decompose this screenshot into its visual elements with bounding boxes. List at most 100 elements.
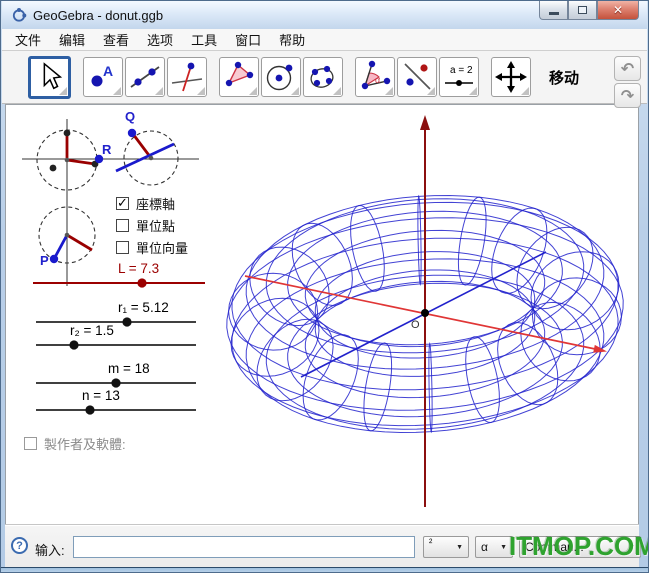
slider-handle-r1[interactable] <box>122 317 131 326</box>
restore-button[interactable] <box>568 1 597 20</box>
red-vector-segment <box>67 160 95 164</box>
slider-label-m: m = 18 <box>108 362 150 376</box>
greek-dropdown[interactable]: α <box>475 536 513 558</box>
checkbox-0[interactable]: 座標軸 <box>116 194 175 213</box>
checkbox-maker[interactable]: 製作者及軟體: <box>24 434 126 453</box>
command-input[interactable] <box>73 536 415 558</box>
z-axis-arrowhead <box>420 115 430 130</box>
help-icon[interactable]: ? <box>11 537 28 554</box>
window-controls: ✕ <box>539 1 639 20</box>
checkbox-2-label: 單位向量 <box>136 238 188 257</box>
mode-label: 移动 <box>549 67 579 88</box>
menu-bar: 文件编辑查看选项工具窗口帮助 <box>2 29 647 51</box>
checkbox-2[interactable]: 單位向量 <box>116 238 188 257</box>
menu-item-4[interactable]: 工具 <box>182 28 226 51</box>
checkbox-maker-box[interactable] <box>24 437 37 450</box>
center-point <box>149 156 154 161</box>
tool-angle-button[interactable]: α <box>355 57 395 97</box>
point-label-Q: Q <box>125 110 135 123</box>
restore-icon <box>578 6 587 14</box>
tool-reflect-button[interactable] <box>397 57 437 97</box>
slider-icon: a = 2 <box>442 60 476 94</box>
dark-point[interactable] <box>50 165 57 172</box>
tool-circle-button[interactable] <box>261 57 301 97</box>
dark-point[interactable] <box>64 130 71 137</box>
slider-label-r1: r₁ = 5.12 <box>118 301 169 315</box>
point-label-O: O <box>411 319 420 332</box>
window-title: GeoGebra - donut.ggb <box>33 8 163 23</box>
exponent-dropdown-label: ² <box>429 538 432 549</box>
minimize-icon <box>549 12 559 15</box>
exponent-dropdown[interactable]: ² <box>423 536 469 558</box>
checkbox-0-box[interactable] <box>116 197 129 210</box>
slider-handle-r2[interactable] <box>69 340 78 349</box>
title-bar[interactable]: GeoGebra - donut.ggb ✕ <box>2 1 647 29</box>
tool-line-button[interactable] <box>125 57 165 97</box>
center-point <box>65 233 70 238</box>
undo-button[interactable]: ↶ <box>614 56 641 81</box>
checkbox-0-label: 座標軸 <box>136 194 175 213</box>
tool-point-button[interactable]: A <box>83 57 123 97</box>
window-frame-bottom <box>1 567 648 573</box>
tool-conic-button[interactable] <box>303 57 343 97</box>
menu-item-2[interactable]: 查看 <box>94 28 138 51</box>
tool-perpendicular-button[interactable] <box>167 57 207 97</box>
svg-text:a = 2: a = 2 <box>450 65 473 76</box>
blue-point[interactable] <box>128 129 136 137</box>
origin-point[interactable] <box>421 309 429 317</box>
close-button[interactable]: ✕ <box>597 1 639 20</box>
slider-handle-L[interactable] <box>137 278 146 287</box>
graphics-svg <box>6 105 638 524</box>
greek-dropdown-label: α <box>481 540 488 554</box>
slider-label-n: n = 13 <box>82 389 120 403</box>
undo-redo-group: ↶ ↷ <box>614 56 641 108</box>
menu-item-5[interactable]: 窗口 <box>226 28 270 51</box>
slider-handle-m[interactable] <box>111 378 120 387</box>
slider-label-L: L = 7.3 <box>118 262 159 276</box>
move-icon <box>34 60 66 94</box>
command-dropdown-label: Comman... <box>525 540 584 554</box>
redo-icon: ↷ <box>621 86 634 106</box>
svg-text:A: A <box>103 63 113 79</box>
tool-move-view-button[interactable] <box>491 57 531 97</box>
minimize-button[interactable] <box>539 1 568 20</box>
undo-icon: ↶ <box>621 59 634 79</box>
perpendicular-icon <box>170 60 204 94</box>
circle-icon <box>264 60 298 94</box>
point-icon: A <box>86 60 120 94</box>
point-label-P: P <box>40 254 49 267</box>
menu-item-3[interactable]: 选项 <box>138 28 182 51</box>
tool-move-button[interactable] <box>28 56 71 99</box>
tool-slider-button[interactable]: a = 2 <box>439 57 479 97</box>
command-dropdown[interactable]: Comman... <box>519 536 641 558</box>
input-bar: ? 输入: ² α Comman... <box>5 525 639 567</box>
geogebra-window: GeoGebra - donut.ggb ✕ 文件编辑查看选项工具窗口帮助 Aα… <box>0 0 649 573</box>
point-label-R: R <box>102 143 111 156</box>
svg-text:α: α <box>375 75 380 85</box>
menu-item-0[interactable]: 文件 <box>6 28 50 51</box>
red-vector-segment <box>133 134 151 158</box>
checkbox-1[interactable]: 單位點 <box>116 216 175 235</box>
blue-point[interactable] <box>50 255 58 263</box>
center-point <box>65 158 70 163</box>
conic-icon <box>306 60 340 94</box>
checkbox-maker-label: 製作者及軟體: <box>44 434 126 453</box>
slider-handle-n[interactable] <box>85 405 94 414</box>
move-view-icon <box>494 60 528 94</box>
angle-icon: α <box>358 60 392 94</box>
menu-item-6[interactable]: 帮助 <box>270 28 314 51</box>
line-icon <box>128 60 162 94</box>
checkbox-1-box[interactable] <box>116 219 129 232</box>
close-icon: ✕ <box>613 3 623 17</box>
redo-button[interactable]: ↷ <box>614 83 641 108</box>
reflect-icon <box>400 60 434 94</box>
checkbox-2-box[interactable] <box>116 241 129 254</box>
tool-polygon-button[interactable] <box>219 57 259 97</box>
polygon-icon <box>222 60 256 94</box>
menu-item-1[interactable]: 编辑 <box>50 28 94 51</box>
graphics-view[interactable]: Q R P O L = 7.3 r₁ = 5.12 r₂ = 1.5 m = 18 n = 13… <box>5 104 639 525</box>
tool-buttons: Aα a = 2 <box>28 56 533 99</box>
slider-label-r2: r₂ = 1.5 <box>70 324 114 338</box>
red-vector-segment <box>67 235 92 250</box>
input-label: 输入: <box>35 540 65 559</box>
